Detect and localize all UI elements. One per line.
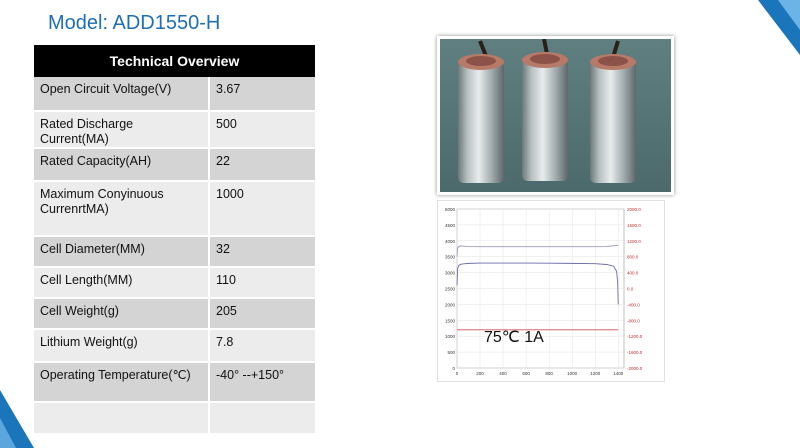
row-label: Cell Length(MM) — [34, 267, 210, 299]
y-right-tick-label: 800.0 — [627, 255, 639, 260]
row-label: Cell Weight(g) — [34, 298, 210, 330]
y-right-tick-label: 1200.0 — [627, 239, 641, 244]
table-row: Cell Diameter(MM) 32 — [34, 236, 316, 268]
row-label: Lithium Weight(g) — [34, 329, 210, 363]
row-value: 3.67 — [209, 77, 316, 112]
y-left-tick-label: 3500 — [445, 255, 456, 260]
y-right-tick-label: -2000.0 — [627, 366, 643, 371]
row-value: 500 — [209, 111, 316, 149]
y-right-tick-label: -1600.0 — [627, 350, 643, 355]
page-title: Model: ADD1550-H — [48, 12, 221, 34]
y-right-tick-label: 1600.0 — [627, 223, 641, 228]
x-tick-label: 0 — [456, 371, 459, 376]
battery-cell-middle — [522, 39, 568, 181]
table-row: Rated Discharge Current(MA) 500 — [34, 111, 316, 149]
battery-cell-left — [458, 40, 504, 183]
y-left-tick-label: 500 — [447, 350, 455, 355]
table-row: Maximum Conyinuous CurrenrtMA) 1000 — [34, 181, 316, 237]
table-row: Operating Temperature(℃) -40° --+150° — [34, 362, 316, 403]
row-label: Rated Capacity(AH) — [34, 148, 210, 182]
x-tick-label: 400 — [499, 371, 507, 376]
row-label: Maximum Conyinuous CurrenrtMA) — [34, 181, 210, 237]
discharge-chart-svg: 0 500 1000 1500 2000 2500 3000 3500 4000 4500 5000… — [445, 207, 643, 376]
y-right-tick-label: 0.0 — [627, 287, 634, 292]
row-value — [209, 402, 316, 435]
row-value: 205 — [209, 298, 316, 330]
chart-annotation: 75℃ 1A — [484, 329, 544, 346]
y-left-tick-label: 1000 — [445, 334, 456, 339]
row-value: -40° --+150° — [209, 362, 316, 403]
row-label: Open Circuit Voltage(V) — [34, 77, 210, 112]
row-value: 7.8 — [209, 329, 316, 363]
table-header: Technical Overview — [34, 45, 316, 77]
y-left-tick-label: 4500 — [445, 223, 456, 228]
y-left-tick-label: 1500 — [445, 318, 456, 323]
x-tick-label: 1200 — [590, 371, 601, 376]
x-tick-label: 1000 — [567, 371, 578, 376]
table-row: Lithium Weight(g) 7.8 — [34, 329, 316, 363]
y-left-tick-label: 5000 — [445, 207, 456, 212]
row-value: 32 — [209, 236, 316, 268]
row-value: 22 — [209, 148, 316, 182]
x-tick-label: 600 — [522, 371, 530, 376]
y-left-tick-label: 3000 — [445, 271, 456, 276]
corner-decoration-top-right-inner — [778, 0, 800, 30]
y-left-tick-label: 2500 — [445, 287, 456, 292]
battery-cells-photo — [437, 36, 674, 195]
y-right-tick-label: -400.0 — [627, 302, 640, 307]
row-label — [34, 402, 210, 435]
table-row: Open Circuit Voltage(V) 3.67 — [34, 77, 316, 112]
x-tick-label: 1400 — [613, 371, 624, 376]
spec-table: Technical Overview Open Circuit Voltage(… — [34, 45, 316, 435]
y-right-tick-label: -800.0 — [627, 318, 640, 323]
row-value: 110 — [209, 267, 316, 299]
row-label: Cell Diameter(MM) — [34, 236, 210, 268]
row-label: Operating Temperature(℃) — [34, 362, 210, 403]
corner-decoration-bottom-left-inner — [0, 418, 16, 448]
y-left-tick-label: 4000 — [445, 239, 456, 244]
table-row — [34, 402, 316, 435]
x-tick-label: 200 — [476, 371, 484, 376]
y-right-tick-label: -1200.0 — [627, 334, 643, 339]
y-right-tick-label: 400.0 — [627, 271, 639, 276]
x-tick-label: 800 — [545, 371, 553, 376]
table-row: Cell Weight(g) 205 — [34, 298, 316, 330]
discharge-chart: 0 500 1000 1500 2000 2500 3000 3500 4000 4500 5000… — [437, 200, 665, 382]
table-row: Cell Length(MM) 110 — [34, 267, 316, 299]
battery-cell-right — [590, 40, 636, 183]
row-value: 1000 — [209, 181, 316, 237]
table-row: Rated Capacity(AH) 22 — [34, 148, 316, 182]
y-left-tick-label: 2000 — [445, 302, 456, 307]
row-label: Rated Discharge Current(MA) — [34, 111, 210, 149]
y-right-tick-label: 2000.0 — [627, 207, 641, 212]
